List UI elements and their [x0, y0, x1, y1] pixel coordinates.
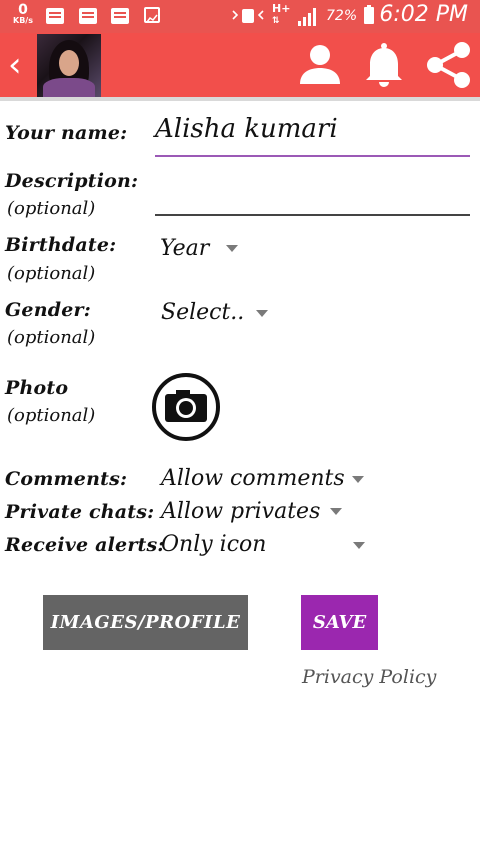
network-speed-value: 0	[18, 2, 28, 18]
camera-icon[interactable]	[151, 372, 221, 442]
status-bar: 0 KB/s H+ ⇅ 72% 6:02 PM	[0, 0, 480, 33]
photo-hint: (optional)	[7, 405, 96, 426]
signal-icon	[298, 8, 318, 26]
birthdate-hint: (optional)	[7, 263, 96, 284]
chevron-down-icon[interactable]	[330, 508, 342, 515]
description-input[interactable]	[155, 184, 470, 214]
gender-hint: (optional)	[7, 327, 96, 348]
images-profile-button[interactable]: IMAGES/PROFILE	[43, 595, 248, 650]
network-speed: 0 KB/s	[10, 3, 36, 25]
birthdate-label: Birthdate:	[5, 234, 117, 256]
comments-dropdown[interactable]: Allow comments	[161, 466, 345, 491]
receive-alerts-dropdown[interactable]: Only icon	[161, 532, 266, 557]
birthdate-dropdown[interactable]: Year	[160, 236, 209, 261]
private-chats-label: Private chats:	[5, 501, 155, 523]
description-label: Description:	[5, 170, 139, 192]
clock: 6:02 PM	[379, 2, 468, 27]
chevron-left-icon[interactable]: ‹	[8, 48, 22, 82]
network-type: H+ ⇅	[272, 2, 291, 26]
battery-icon	[364, 5, 374, 24]
privacy-policy-link[interactable]: Privacy Policy	[302, 666, 436, 688]
description-hint: (optional)	[7, 198, 96, 219]
network-speed-unit: KB/s	[13, 16, 33, 25]
share-icon[interactable]	[424, 40, 474, 90]
app-bar-divider	[0, 97, 480, 101]
battery-percent: 72%	[326, 8, 358, 24]
gender-label: Gender:	[5, 299, 91, 321]
gender-dropdown[interactable]: Select..	[161, 300, 244, 325]
name-label: Your name:	[5, 122, 128, 144]
bell-icon[interactable]	[360, 40, 410, 90]
private-chats-dropdown[interactable]: Allow privates	[161, 499, 320, 524]
photo-label: Photo	[5, 377, 69, 399]
chevron-down-icon[interactable]	[353, 542, 365, 549]
person-icon[interactable]	[296, 40, 346, 90]
comments-label: Comments:	[5, 468, 128, 490]
image-icon	[144, 7, 160, 23]
name-underline	[155, 155, 470, 157]
avatar[interactable]	[37, 34, 101, 97]
chevron-down-icon[interactable]	[256, 310, 268, 317]
message-icon	[79, 8, 97, 24]
name-input[interactable]: Alisha kumari	[155, 114, 338, 144]
message-icon	[111, 8, 129, 24]
message-icon	[46, 8, 64, 24]
chevron-down-icon[interactable]	[352, 476, 364, 483]
vibrate-icon	[232, 7, 264, 29]
save-button[interactable]: SAVE	[301, 595, 378, 650]
receive-alerts-label: Receive alerts:	[5, 534, 165, 556]
chevron-down-icon[interactable]	[226, 245, 238, 252]
description-underline	[155, 214, 470, 216]
